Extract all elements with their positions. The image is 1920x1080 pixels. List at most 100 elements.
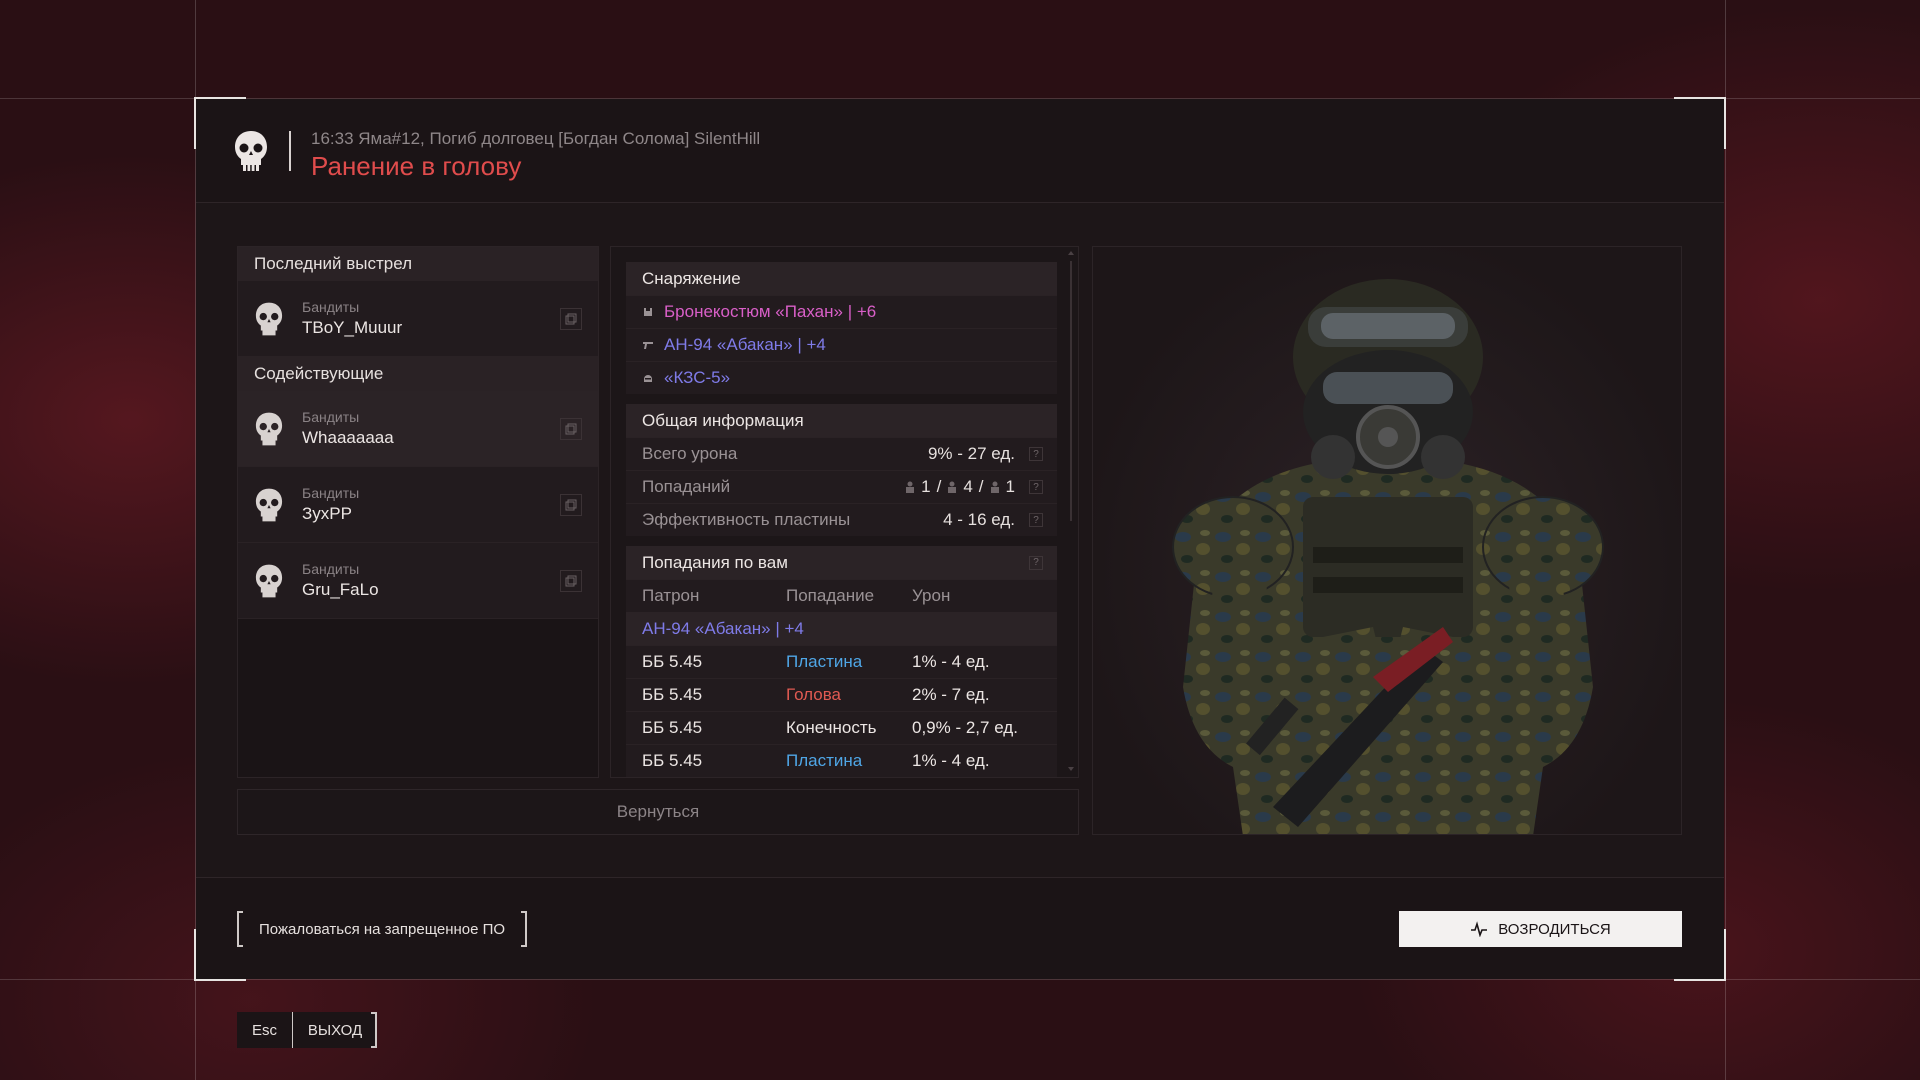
killers-panel[interactable]: Последний выстрел Бандиты TBoY_Muuur Сод… (237, 246, 599, 778)
death-cause-title: Ранение в голову (311, 151, 522, 181)
copy-icon (565, 499, 577, 510)
copy-name-button[interactable] (560, 307, 582, 330)
column-damage: Урон (912, 586, 951, 605)
window-header: 16:33 Яма#12, Погиб долговец [Богдан Сол… (196, 99, 1724, 203)
table-row: ББ 5.45 Конечность 0,9% - 2,7 ед. (626, 711, 1057, 744)
death-event-info: 16:33 Яма#12, Погиб долговец [Богдан Сол… (311, 129, 761, 148)
damage-cell: 2% - 7 ед. (912, 685, 990, 704)
column-ammo: Патрон (642, 586, 700, 605)
general-info-box: Общая информация Всего урона 9% - 27 ед.… (626, 404, 1057, 536)
body-limb-icon (990, 481, 999, 493)
total-damage-row: Всего урона 9% - 27 ед. ? (626, 437, 1057, 470)
plate-efficiency-value: 4 - 16 ед. (943, 510, 1015, 529)
hits-plate-count: 1 (921, 477, 931, 496)
equipment-item[interactable]: АН-94 «Абакан» | +4 (626, 328, 1057, 361)
rifle-icon (643, 342, 653, 349)
assist-name: ЗухPP (302, 504, 352, 523)
copy-name-button[interactable] (560, 569, 582, 592)
pulse-icon (1471, 921, 1488, 937)
table-row: ББ 5.45 Голова 2% - 7 ед. (626, 678, 1057, 711)
death-report-window: 16:33 Яма#12, Погиб долговец [Богдан Сол… (194, 97, 1726, 981)
plate-efficiency-row: Эффективность пластины 4 - 16 ед. ? (626, 503, 1057, 536)
frame-line-bottom (0, 979, 1920, 980)
exit-button[interactable]: ВЫХОД (293, 1012, 377, 1048)
help-icon[interactable]: ? (1029, 513, 1043, 527)
assist-row[interactable]: Бандиты Gru_FaLo (238, 543, 598, 619)
ammo-cell: ББ 5.45 (642, 751, 703, 770)
assist-name: Whaaaaaaa (302, 428, 394, 447)
copy-name-button[interactable] (560, 493, 582, 516)
exit-control[interactable]: Esc ВЫХОД (237, 1012, 377, 1048)
assists-heading: Содействующие (238, 357, 598, 391)
hits-limb-count: 1 (1005, 477, 1015, 496)
back-button[interactable]: Вернуться (237, 789, 1079, 835)
help-icon[interactable]: ? (1029, 555, 1043, 570)
table-row: ББ 5.45 Пластина 1% - 4 ед. (626, 744, 1057, 777)
skull-icon (255, 564, 283, 597)
assist-faction: Бандиты (302, 485, 360, 501)
report-cheating-button[interactable]: Пожаловаться на запрещенное ПО (237, 911, 528, 947)
assist-row[interactable]: Бандиты ЗухPP (238, 467, 598, 543)
general-info-heading: Общая информация (626, 404, 1057, 437)
body-plate-icon (906, 481, 915, 493)
character-model-image (1172, 279, 1604, 834)
bracket-decoration (237, 911, 243, 947)
assist-faction: Бандиты (302, 561, 360, 577)
skull-icon (235, 131, 267, 171)
helmet-icon (644, 375, 652, 382)
details-panel[interactable]: Снаряжение Бронекостюм «Пахан» | +6 АН-9… (610, 246, 1079, 778)
copy-icon (565, 423, 577, 434)
help-icon[interactable]: ? (1029, 447, 1043, 461)
equipment-helmet: «КЗС-5» (664, 368, 731, 387)
ammo-cell: ББ 5.45 (642, 718, 703, 737)
equipment-item[interactable]: Бронекостюм «Пахан» | +6 (626, 295, 1057, 328)
bracket-decoration (521, 911, 528, 947)
hits-row: Попаданий 1 / 4 / 1 ? (626, 470, 1057, 503)
column-hit: Попадание (786, 586, 875, 605)
hits-separator: / (978, 477, 984, 496)
hit-cell: Голова (786, 685, 842, 704)
hits-weapon-group: АН-94 «Абакан» | +4 (626, 612, 1057, 645)
copy-icon (565, 575, 577, 586)
copy-icon (565, 313, 577, 324)
respawn-label: ВОЗРОДИТЬСЯ (1498, 920, 1611, 938)
equipment-armor: Бронекостюм «Пахан» | +6 (664, 302, 877, 321)
respawn-button[interactable]: ВОЗРОДИТЬСЯ (1399, 911, 1682, 947)
hit-cell: Пластина (786, 652, 863, 671)
assist-faction: Бандиты (302, 409, 360, 425)
assist-name: Gru_FaLo (302, 580, 379, 599)
header-divider (289, 131, 291, 171)
body-head-icon (948, 481, 957, 493)
esc-key-hint: Esc (237, 1012, 293, 1048)
ammo-cell: ББ 5.45 (642, 652, 703, 671)
equipment-item[interactable]: «КЗС-5» (626, 361, 1057, 394)
hit-cell: Пластина (786, 751, 863, 770)
plate-efficiency-label: Эффективность пластины (642, 510, 851, 529)
hits-value: 1 / 4 / 1 (905, 477, 1015, 497)
scrollbar[interactable] (1068, 251, 1074, 771)
total-damage-value: 9% - 27 ед. (927, 444, 1015, 463)
hits-head-count: 4 (963, 477, 973, 496)
skull-icon (255, 488, 283, 521)
killer-faction: Бандиты (302, 299, 360, 315)
hits-table-header: Патрон Попадание Урон (626, 579, 1057, 612)
table-row: ББ 5.45 Пластина 1% - 4 ед. (626, 645, 1057, 678)
help-icon[interactable]: ? (1029, 480, 1043, 494)
hits-on-you-heading: Попадания по вам ? (626, 546, 1057, 579)
damage-cell: 1% - 4 ед. (912, 751, 990, 770)
killer-row[interactable]: Бандиты TBoY_Muuur (238, 281, 598, 357)
killer-character-preview (1092, 246, 1682, 835)
killer-name: TBoY_Muuur (302, 318, 403, 337)
hits-label: Попаданий (642, 477, 731, 496)
equipment-box: Снаряжение Бронекостюм «Пахан» | +6 АН-9… (626, 262, 1057, 394)
equipment-heading: Снаряжение (626, 262, 1057, 295)
skull-icon (255, 412, 283, 445)
ammo-cell: ББ 5.45 (642, 685, 703, 704)
bracket-decoration (371, 1012, 377, 1048)
hit-cell: Конечность (786, 718, 877, 737)
damage-cell: 1% - 4 ед. (912, 652, 990, 671)
copy-name-button[interactable] (560, 417, 582, 440)
equipment-weapon: АН-94 «Абакан» | +4 (664, 335, 826, 354)
assist-row[interactable]: Бандиты Whaaaaaaa (238, 391, 598, 467)
hits-on-you-label: Попадания по вам (642, 552, 788, 572)
